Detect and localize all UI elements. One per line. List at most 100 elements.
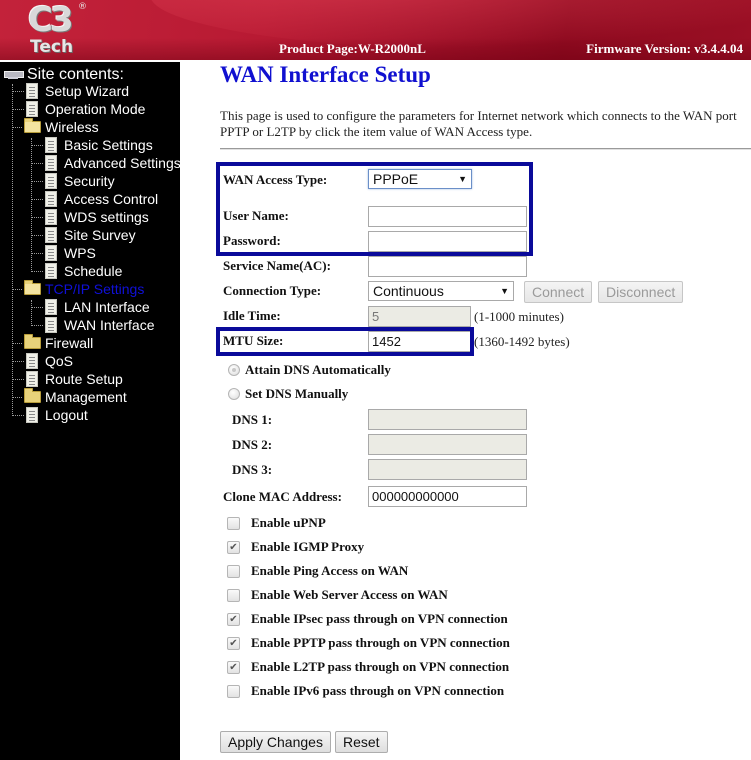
sidebar-item-setup-wizard[interactable]: Setup Wizard [12,82,129,100]
wan-access-type-label: WAN Access Type: [223,172,328,187]
dns2-input[interactable] [368,434,527,455]
sidebar-item-wireless[interactable]: Wireless [12,118,99,136]
sidebar-item-tcpip-settings[interactable]: TCP/IP Settings [12,280,144,298]
sidebar-item-access-control[interactable]: Access Control [31,190,158,208]
section-divider [220,148,751,150]
disconnect-button[interactable]: Disconnect [598,281,684,303]
dns-manual-label: Set DNS Manually [245,386,349,401]
folder-open-icon [24,118,41,133]
document-icon [45,191,57,207]
wan-access-type-select[interactable]: PPPoE ▼ [368,169,472,189]
dns3-input[interactable] [368,459,527,480]
connection-type-value: Continuous [373,283,444,299]
web-server-access-checkbox[interactable] [227,588,240,602]
sidebar-item-wps[interactable]: WPS [31,244,96,262]
idle-time-input[interactable] [368,306,471,327]
document-icon [26,101,38,117]
sidebar-item-security[interactable]: Security [31,172,115,190]
igmp-proxy-checkbox[interactable]: ✔ [227,540,240,554]
sidebar-item-wds-settings[interactable]: WDS settings [31,208,149,226]
ipv6-passthrough-checkbox[interactable] [227,684,240,698]
document-icon [45,173,57,189]
dns-auto-radio[interactable] [228,364,240,376]
document-icon [45,227,57,243]
document-icon [45,263,57,279]
main-content: WAN Interface Setup This page is used to… [216,62,751,760]
document-icon [45,317,57,333]
connection-type-label: Connection Type: [223,283,322,298]
document-icon [45,299,57,315]
dns-auto-option[interactable]: Attain DNS Automatically [228,362,391,378]
dns1-label: DNS 1: [232,412,273,427]
description-line-2: PPTP or L2TP by click the item value of … [220,124,533,139]
mtu-size-hint: (1360-1492 bytes) [474,334,570,349]
connect-button[interactable]: Connect [524,281,593,303]
wan-access-type-value: PPPoE [373,171,419,187]
sidebar-item-management[interactable]: Management [12,388,127,406]
upnp-option[interactable]: Enable uPNP [227,515,326,531]
connection-type-select[interactable]: Continuous ▼ [368,281,514,301]
l2tp-passthrough-checkbox[interactable]: ✔ [227,660,240,674]
service-name-input[interactable] [368,256,527,277]
page-title: WAN Interface Setup [220,62,431,87]
folder-icon [24,388,41,403]
document-icon [26,83,38,99]
dns-manual-radio[interactable] [228,388,240,400]
document-icon [45,245,57,261]
password-input[interactable] [368,231,527,252]
sidebar-item-advanced-settings[interactable]: Advanced Settings [31,154,181,172]
user-name-label: User Name: [223,208,289,223]
sidebar-item-logout[interactable]: Logout [12,406,88,424]
c3-tech-logo: C3 ® Tech [26,2,88,58]
clone-mac-label: Clone MAC Address: [223,489,342,504]
pptp-passthrough-checkbox[interactable]: ✔ [227,636,240,650]
apply-changes-button[interactable]: Apply Changes [220,731,331,753]
reset-button[interactable]: Reset [335,731,388,753]
document-icon [45,155,57,171]
sidebar-item-operation-mode[interactable]: Operation Mode [12,100,145,118]
ipsec-passthrough-checkbox[interactable]: ✔ [227,612,240,626]
document-icon [45,137,57,153]
idle-time-label: Idle Time: [223,308,281,323]
document-icon [45,209,57,225]
sidebar-item-route-setup[interactable]: Route Setup [12,370,123,388]
ping-access-checkbox[interactable] [227,564,240,578]
logo-main-text: C3 [28,0,74,40]
l2tp-passthrough-option[interactable]: ✔ Enable L2TP pass through on VPN connec… [227,659,509,675]
sidebar-item-wan-interface[interactable]: WAN Interface [31,316,155,334]
header-banner: C3 ® Tech Product Page:W-R2000nL Firmwar… [0,0,751,60]
web-server-access-option[interactable]: Enable Web Server Access on WAN [227,587,448,603]
ping-access-option[interactable]: Enable Ping Access on WAN [227,563,408,579]
dns1-input[interactable] [368,409,527,430]
sidebar-item-basic-settings[interactable]: Basic Settings [31,136,153,154]
document-icon [26,407,38,423]
password-label: Password: [223,233,281,248]
clone-mac-input[interactable] [368,486,527,507]
service-name-label: Service Name(AC): [223,258,331,273]
dns-auto-label: Attain DNS Automatically [245,362,391,377]
sidebar-nav: Site contents: Setup Wizard Operation Mo… [0,62,181,760]
pptp-passthrough-option[interactable]: ✔ Enable PPTP pass through on VPN connec… [227,635,510,651]
igmp-proxy-option[interactable]: ✔ Enable IGMP Proxy [227,539,364,555]
product-page-label: Product Page:W-R2000nL [279,41,426,56]
document-icon [26,353,38,369]
dns3-label: DNS 3: [232,462,273,477]
upnp-checkbox[interactable] [227,516,240,530]
sidebar-item-schedule[interactable]: Schedule [31,262,122,280]
ipsec-passthrough-option[interactable]: ✔ Enable IPsec pass through on VPN conne… [227,611,508,627]
description-line-1: This page is used to configure the param… [220,108,737,123]
sidebar-item-lan-interface[interactable]: LAN Interface [31,298,150,316]
sidebar-item-firewall[interactable]: Firewall [12,334,93,352]
user-name-input[interactable] [368,206,527,227]
sidebar-item-site-survey[interactable]: Site Survey [31,226,136,244]
document-icon [26,371,38,387]
idle-time-hint: (1-1000 minutes) [474,309,564,324]
logo-sub-text: Tech [30,37,74,57]
mtu-size-input[interactable] [368,331,471,352]
dns-manual-option[interactable]: Set DNS Manually [228,386,348,402]
sidebar-item-qos[interactable]: QoS [12,352,73,370]
folder-icon [24,334,41,349]
folder-open-icon [24,280,41,295]
chevron-down-icon: ▼ [500,286,509,296]
ipv6-passthrough-option[interactable]: Enable IPv6 pass through on VPN connecti… [227,683,504,699]
